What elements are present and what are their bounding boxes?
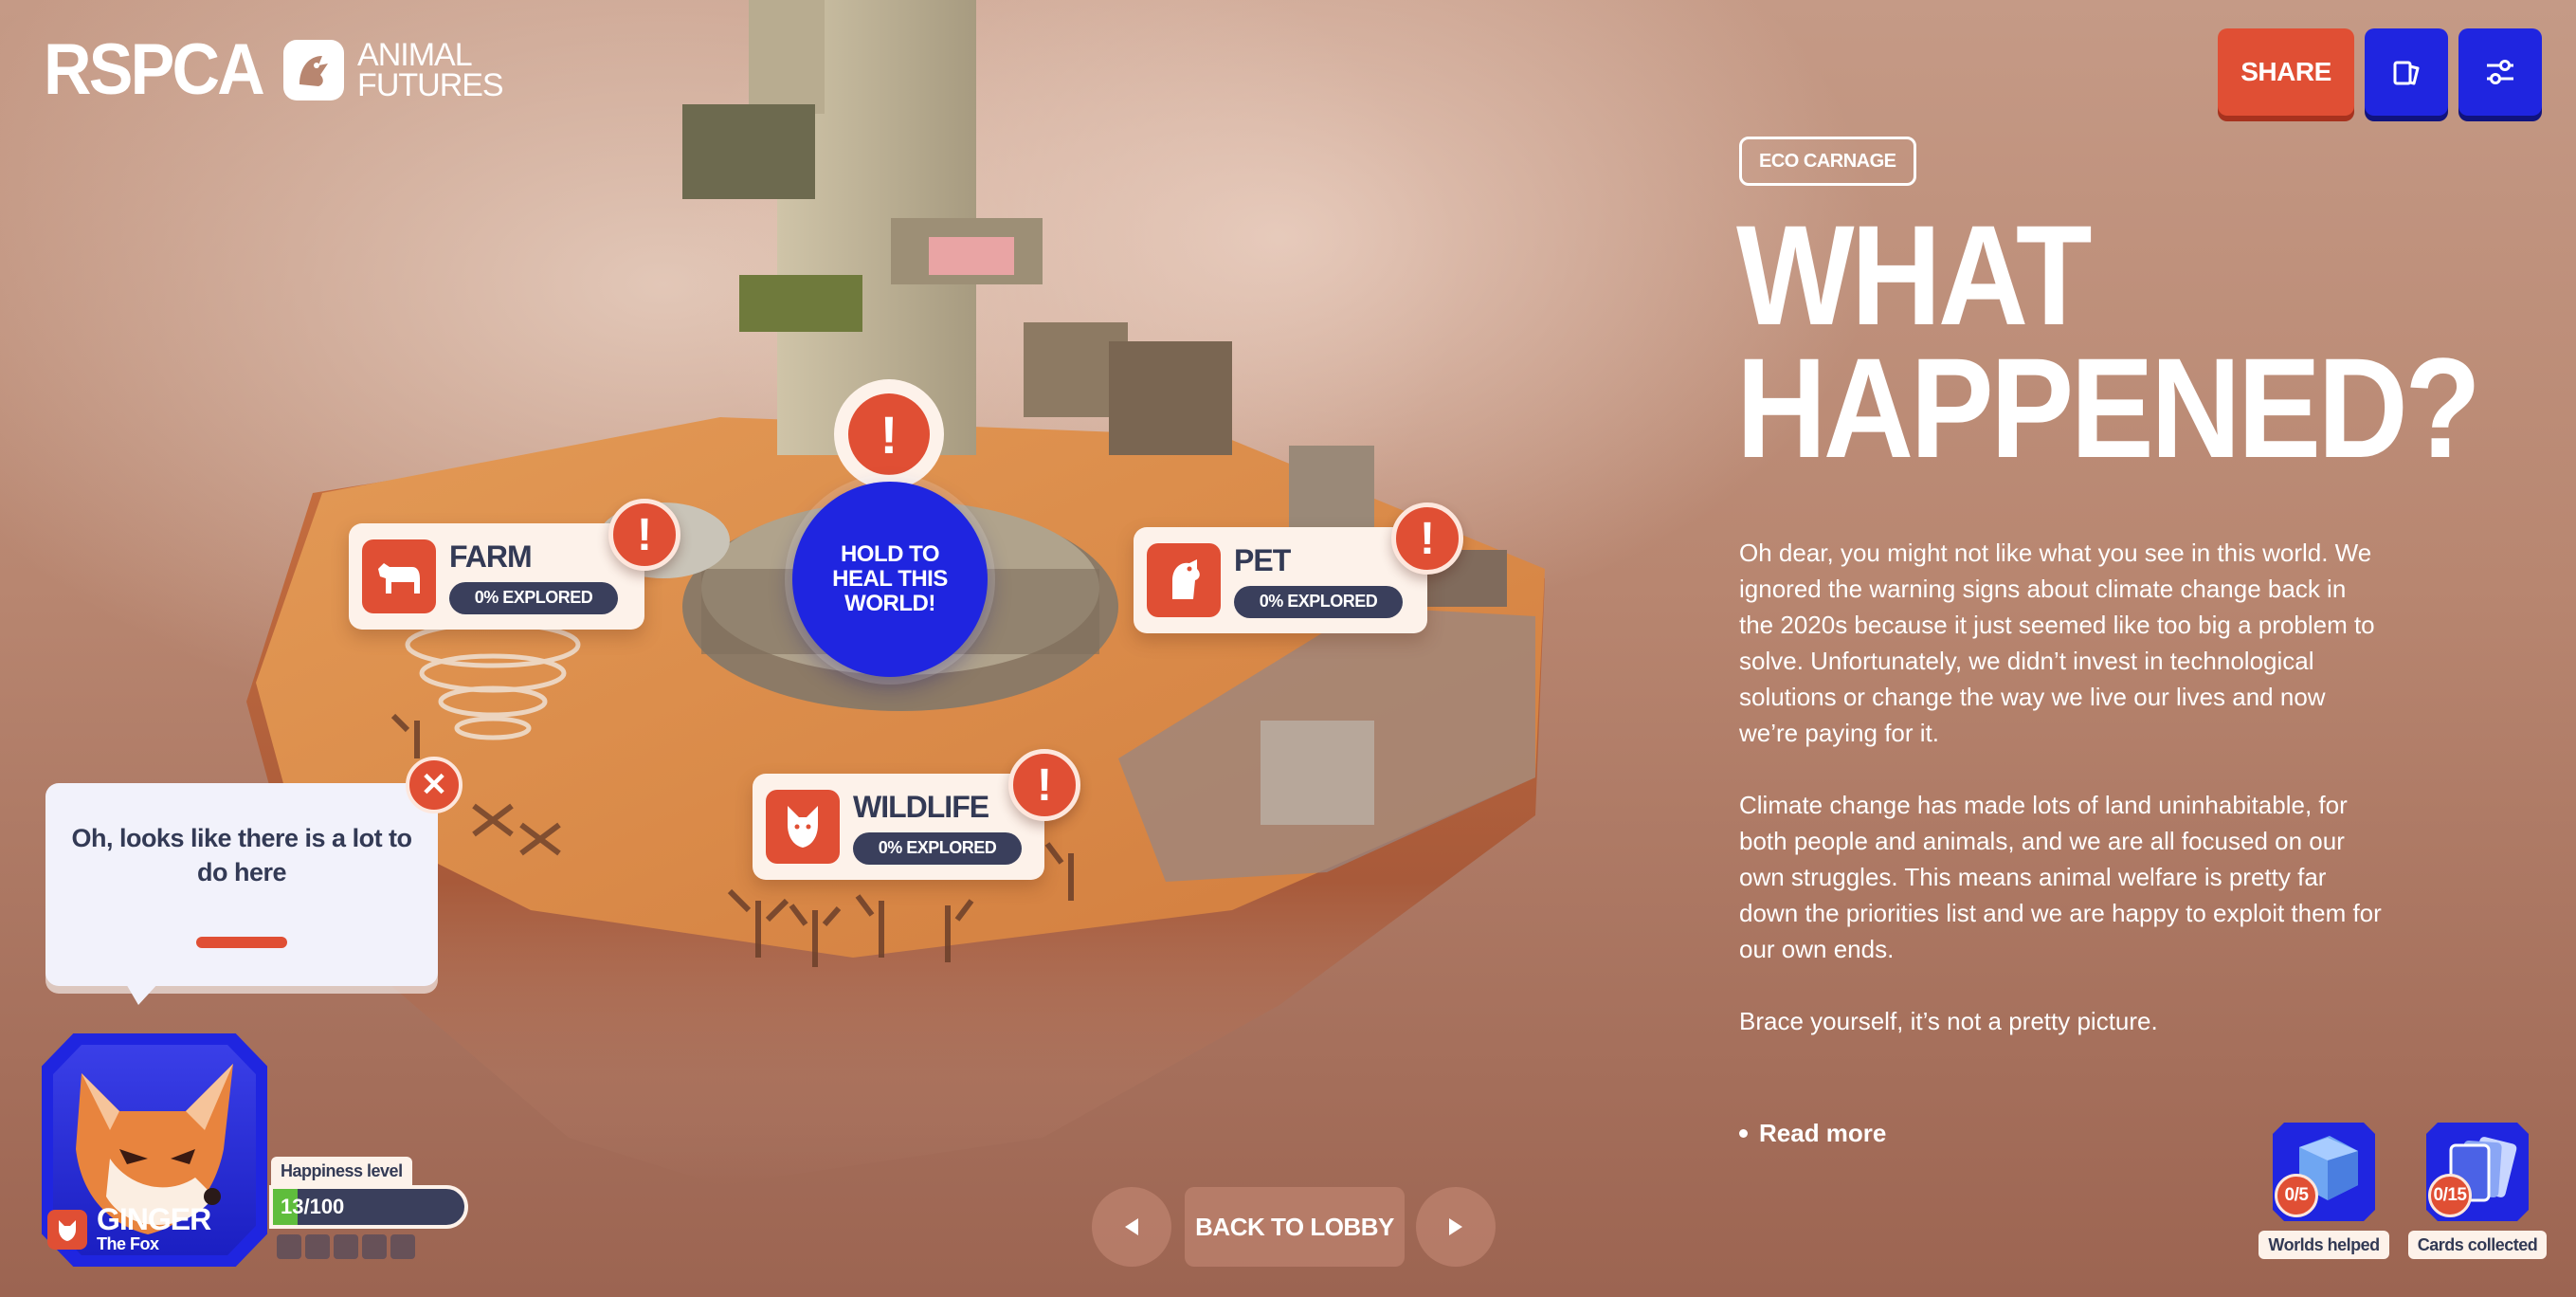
location-name: PET [1234,542,1291,577]
location-card-wildlife[interactable]: WILDLIFE 0% EXPLORED [753,774,1044,880]
logo-tagline: ANIMAL FUTURES [357,39,504,103]
read-more-link[interactable]: Read more [1739,1119,1886,1148]
settings-button[interactable] [2458,28,2542,116]
location-progress: 0% EXPLORED [853,831,1022,865]
sliders-icon [2487,60,2513,84]
alert-icon: ! [1391,502,1463,575]
alert-icon: ! [608,499,680,571]
speech-bubble: Oh, looks like there is a lot to do here [45,783,438,1005]
worlds-helped-stat[interactable]: 0/5 Worlds helped [2259,1119,2389,1259]
logo-tagline-line2: FUTURES [357,67,504,103]
speech-text: Oh, looks like there is a lot to do here [71,824,412,886]
happiness-label: Happiness level [271,1157,412,1185]
location-progress: 0% EXPLORED [449,581,618,614]
fox-icon [766,790,840,864]
happiness-value: 13/100 [281,1195,345,1218]
cards-label: Cards collected [2407,1231,2548,1259]
cards-icon [2393,61,2420,85]
title-line-1: WHAT [1736,195,2093,355]
speech-tail [125,982,159,1005]
location-progress: 0% EXPLORED [1234,585,1403,618]
speech-divider [196,937,287,948]
pip [362,1234,387,1259]
pip [390,1234,415,1259]
world-description: Oh dear, you might not like what you see… [1739,535,2384,1075]
logo-animal-icon [283,40,345,100]
worlds-label: Worlds helped [2259,1231,2389,1259]
rspca-logo: RSPCA ANIMAL FUTURES [44,29,504,110]
dog-icon [1147,543,1221,617]
alert-icon: ! [848,393,930,475]
cards-stack-icon: 0/15 [2424,1119,2531,1225]
location-name: FARM [449,539,533,574]
triangle-right-icon [1449,1218,1462,1235]
hold-to-heal-button[interactable]: HOLD TO HEAL THIS WORLD! [792,482,988,677]
description-paragraph: Climate change has made lots of land uni… [1739,791,2382,963]
description-paragraph: Brace yourself, it’s not a pretty pictur… [1739,1007,2158,1035]
back-to-lobby-button[interactable]: BACK TO LOBBY [1185,1187,1405,1267]
worlds-count: 0/5 [2275,1174,2318,1217]
bullet-icon [1739,1129,1748,1138]
location-card-farm[interactable]: FARM 0% EXPLORED [349,523,644,630]
happiness-meter: 13/100 [269,1185,468,1229]
close-icon[interactable]: ✕ [406,757,463,813]
character-species: The Fox [97,1234,159,1253]
pip [334,1234,358,1259]
location-name: WILDLIFE [853,789,989,824]
cards-collected-stat[interactable]: 0/15 Cards collected [2407,1119,2548,1259]
worlds-icon: 0/5 [2271,1119,2377,1225]
character-name: GINGER [97,1202,211,1236]
read-more-label: Read more [1759,1119,1887,1147]
hold-alert-marker: ! [834,379,944,501]
happiness-pips [277,1234,415,1259]
description-paragraph: Oh dear, you might not like what you see… [1739,539,2375,747]
share-button[interactable]: SHARE [2218,28,2354,116]
logo-wordmark: RSPCA [44,29,265,110]
cow-icon [362,539,436,613]
next-world-button[interactable] [1416,1187,1496,1267]
fox-icon [47,1210,87,1250]
location-card-pet[interactable]: PET 0% EXPLORED [1134,527,1427,633]
pip [277,1234,301,1259]
cards-button[interactable] [2365,28,2448,116]
previous-world-button[interactable] [1092,1187,1171,1267]
world-type-tag: ECO CARNAGE [1739,137,1916,186]
pip [305,1234,330,1259]
title-line-2: HAPPENED? [1736,328,2481,487]
page-title: WHAT HAPPENED? [1736,195,2481,487]
triangle-left-icon [1125,1218,1138,1235]
alert-icon: ! [1008,749,1080,821]
cards-count: 0/15 [2428,1174,2472,1217]
